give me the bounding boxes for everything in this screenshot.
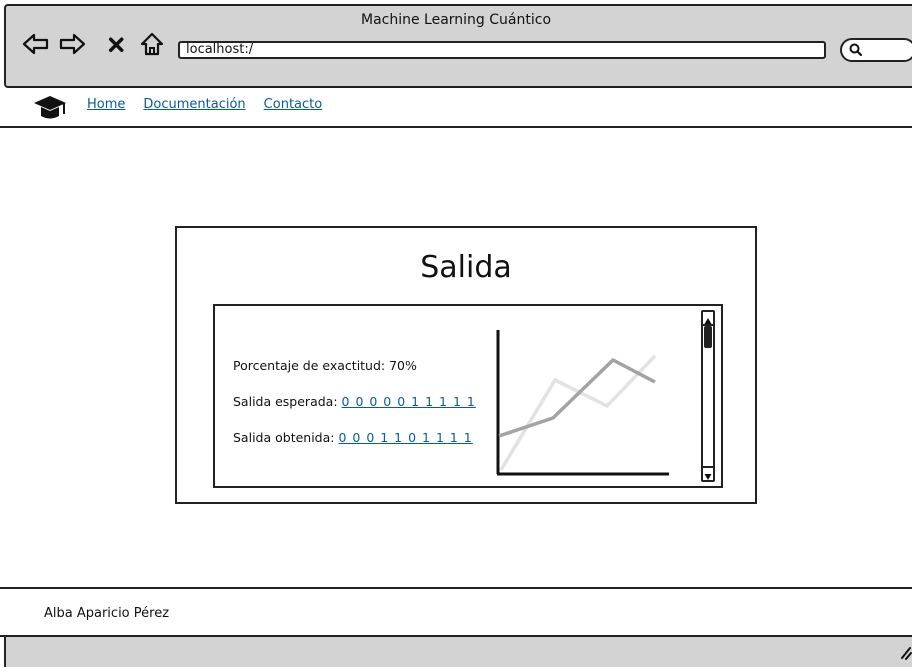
panel-title: Salida	[420, 250, 512, 285]
scroll-up-icon[interactable]	[703, 312, 713, 326]
search-icon	[849, 43, 863, 57]
accuracy-text: Porcentaje de exactitud: 70%	[233, 358, 417, 373]
chart-series-light	[499, 354, 657, 471]
resize-grip-icon[interactable]	[898, 640, 912, 660]
obtained-output: Salida obtenida: 0 0 0 1 1 0 1 1 1 1	[233, 430, 473, 445]
scrollbar[interactable]	[701, 310, 715, 482]
footer-author: Alba Aparicio Pérez	[44, 606, 170, 621]
expected-output: Salida esperada: 0 0 0 0 0 1 1 1 1 1	[233, 394, 476, 409]
chart-series-dark	[498, 357, 656, 438]
expected-output-label: Salida esperada:	[233, 394, 338, 409]
scroll-down-icon[interactable]	[703, 466, 713, 480]
results-box: Porcentaje de exactitud: 70% Salida espe…	[213, 304, 723, 488]
nav-link-home[interactable]: Home	[87, 97, 125, 112]
search-button[interactable]	[840, 38, 912, 62]
close-icon[interactable]	[106, 30, 128, 58]
home-icon[interactable]	[138, 30, 166, 58]
graduation-cap-icon[interactable]	[32, 94, 68, 122]
output-panel: Salida Porcentaje de exactitud: 70% Sali…	[175, 226, 757, 504]
forward-arrow-icon[interactable]	[58, 30, 86, 58]
obtained-output-label: Salida obtenida:	[233, 430, 335, 445]
scroll-thumb[interactable]	[704, 326, 712, 348]
address-bar[interactable]: localhost:/	[178, 41, 826, 59]
footer: Alba Aparicio Pérez	[0, 587, 912, 637]
navbar: Home Documentación Contacto	[0, 88, 912, 128]
nav-link-contacto[interactable]: Contacto	[264, 97, 323, 112]
expected-output-value[interactable]: 0 0 0 0 0 1 1 1 1 1	[342, 394, 476, 409]
nav-links: Home Documentación Contacto	[87, 97, 322, 112]
status-bar	[4, 637, 912, 667]
obtained-output-value[interactable]: 0 0 0 1 1 0 1 1 1 1	[338, 430, 472, 445]
window-title: Machine Learning Cuántico	[360, 12, 552, 28]
back-arrow-icon[interactable]	[22, 30, 50, 58]
line-chart-image	[496, 330, 669, 476]
nav-link-documentacion[interactable]: Documentación	[143, 97, 245, 112]
